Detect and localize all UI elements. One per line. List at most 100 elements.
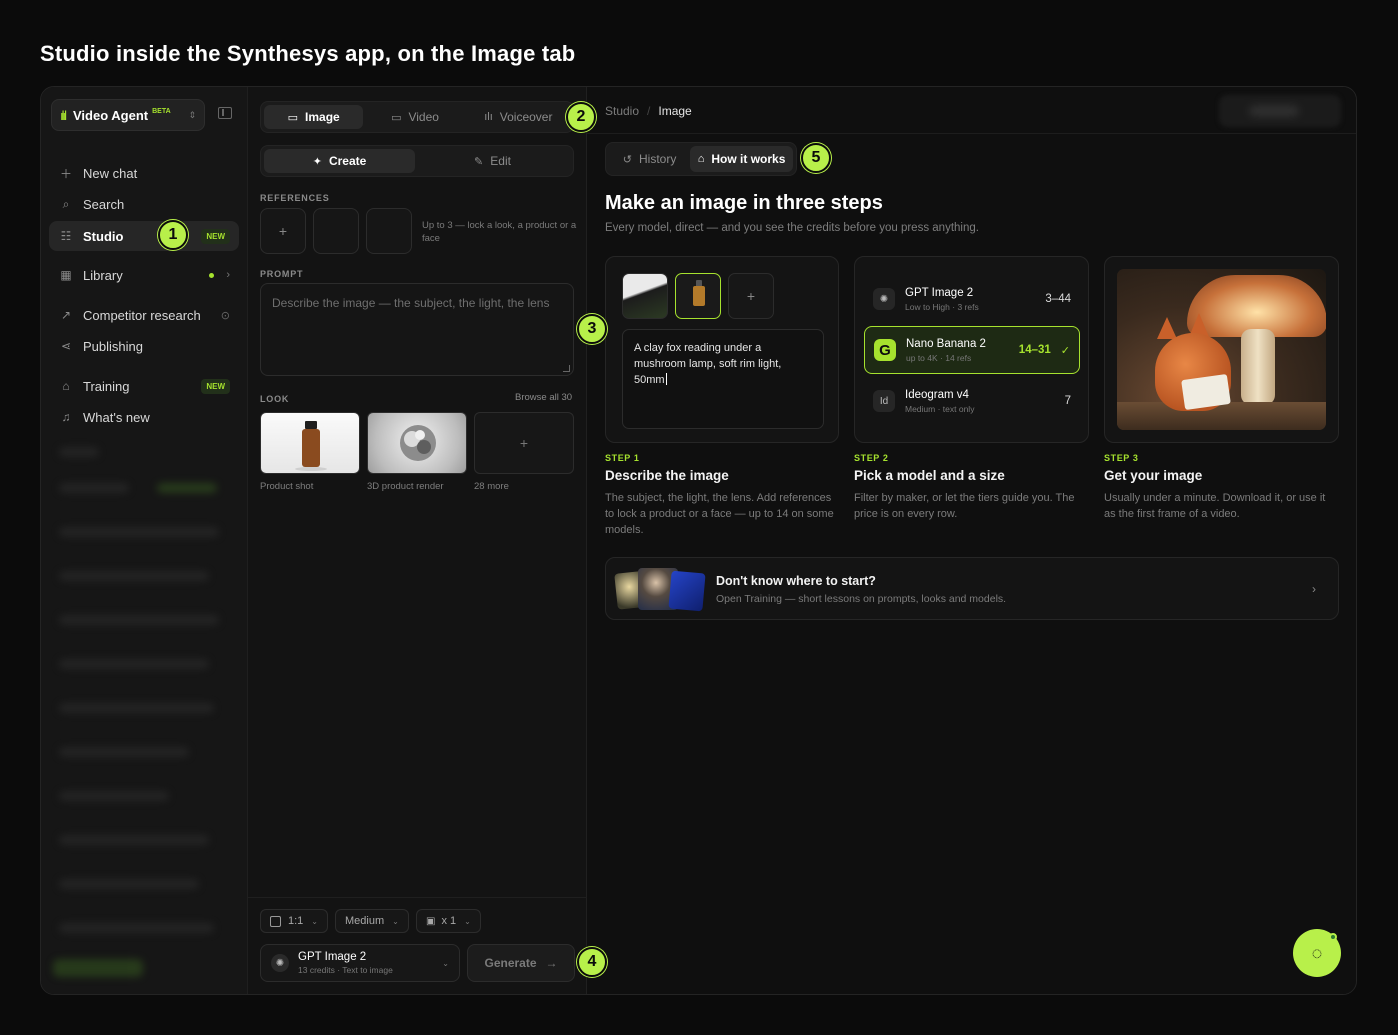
model-row-gpt-image-2[interactable]: ✺ GPT Image 2 Low to High · 3 refs 3–44 [864,275,1080,323]
ideogram-icon: Id [873,390,895,412]
look-label: LOOK [260,394,290,404]
chat-button[interactable]: ◌ [1293,929,1341,977]
step3-desc: Usually under a minute. Download it, or … [1104,492,1326,520]
grid-icon: ▦ [60,268,72,282]
reference-slot[interactable] [313,208,359,254]
blurred-history-list [53,447,233,987]
tab-image[interactable]: ▭ Image [264,105,364,129]
callout-3: 3 [577,314,607,344]
sidebar-collapse-icon[interactable] [218,107,232,119]
bell-icon: ♫ [61,410,71,424]
add-reference-button[interactable]: + [260,208,306,254]
sidebar-item-label: Competitor research [83,307,201,323]
prompt-label: PROMPT [260,269,304,279]
google-icon: G [874,339,896,361]
text-cursor [665,373,667,385]
breadcrumb: Studio / Image [605,104,692,118]
main-tabs: ↺ History ⌂ How it works [605,142,797,176]
model-select[interactable]: ✺ GPT Image 2 13 credits · Text to image… [260,944,460,982]
resize-handle[interactable] [563,365,570,372]
step2-title: Pick a model and a size [854,468,1005,483]
prompt-input[interactable]: Describe the image — the subject, the li… [260,283,574,376]
result-image[interactable] [1117,269,1326,430]
generate-button[interactable]: Generate → [467,944,575,982]
image-icon: ▣ [426,915,436,927]
callout-4: 4 [577,947,607,977]
chevron-down-icon: ⌄ [311,916,318,926]
sidebar-item-training[interactable]: ⌂ Training NEW [49,371,239,401]
reference-thumb-selected[interactable] [675,273,721,319]
sidebar-item-new-chat[interactable]: ＋ New chat [49,158,239,188]
mode-tabs: ▭ Image ▭ Video ılı Voiceover [260,101,574,133]
beta-badge: BETA [152,107,171,115]
sidebar-item-label: Training [83,378,130,394]
tab-how-it-works[interactable]: ⌂ How it works [690,146,793,172]
reference-slot[interactable] [366,208,412,254]
breadcrumb-studio[interactable]: Studio [605,104,639,118]
quality-select[interactable]: Medium ⌄ [335,909,409,933]
lock-icon: ⊙ [220,309,230,322]
example-prompt-text: A clay fox reading under a mushroom lamp… [634,342,782,386]
sidebar: ılıl Video Agent BETA ⇕ ＋ New chat ⌕ Sea… [41,87,248,994]
tab-video[interactable]: ▭ Video [363,105,466,129]
count-select[interactable]: ▣ x 1 ⌄ [416,909,481,933]
status-dot [209,272,215,278]
sidebar-item-whats-new[interactable]: ♫ What's new [49,402,239,432]
sidebar-item-label: Publishing [83,338,143,354]
tab-label: Voiceover [499,110,553,124]
sidebar-item-label: Library [83,267,123,283]
sidebar-item-label: Studio [83,228,124,244]
browse-all-link[interactable]: Browse all 30 [515,392,572,403]
new-badge: NEW [201,228,230,244]
model-row-ideogram-v4[interactable]: Id Ideogram v4 Medium · text only 7 [864,377,1080,425]
page-title: Studio inside the Synthesys app, on the … [40,41,576,66]
look-3d-render[interactable] [367,412,467,474]
aspect-value: 1:1 [288,915,304,927]
sidebar-item-library[interactable]: ▦ Library › [49,260,239,290]
sidebar-item-search[interactable]: ⌕ Search [49,189,239,219]
chevron-down-icon: ⌄ [392,916,399,926]
openai-icon: ✺ [271,954,289,972]
look-more[interactable]: + [474,412,574,474]
tab-label: History [639,152,677,166]
share-icon: ⋖ [60,339,72,353]
model-sub: Medium · text only [905,403,975,414]
model-price: 14–31 [1018,344,1051,356]
training-banner[interactable]: Don't know where to start? Open Training… [605,557,1339,620]
model-sub: Low to High · 3 refs [905,301,979,312]
waveform-icon: ılı [484,111,493,123]
look-product-shot[interactable] [260,412,360,474]
main-panel: Studio / Image ↺ History ⌂ How it works Ma… [587,87,1356,994]
aspect-select[interactable]: 1:1 ⌄ [260,909,328,933]
bottle-image [295,421,327,471]
sidebar-item-publishing[interactable]: ⋖ Publishing [49,331,239,361]
tab-label: Edit [490,154,511,168]
callout-5: 5 [801,143,831,173]
trend-icon: ↗ [60,308,72,322]
tab-history[interactable]: ↺ History [609,146,690,172]
step1-title: Describe the image [605,468,729,483]
plus-icon: ＋ [59,166,72,181]
sidebar-item-competitor-research[interactable]: ↗ Competitor research ⊙ [49,300,239,330]
agent-switcher[interactable]: ılıl Video Agent BETA ⇕ [51,99,205,131]
tab-voiceover[interactable]: ılı Voiceover [467,105,570,129]
add-reference-button[interactable]: + [728,273,774,319]
pencil-icon: ✎ [474,155,484,168]
step1-card: + A clay fox reading under a mushroom la… [605,256,839,443]
tab-label: Create [328,154,367,168]
tab-create[interactable]: ✦ Create [264,149,416,173]
model-name: GPT Image 2 [905,286,974,299]
reference-thumb[interactable] [622,273,668,319]
section-subheading: Every model, direct — and you see the cr… [605,222,979,234]
blurred-account-button[interactable] [1219,95,1341,127]
tab-edit[interactable]: ✎ Edit [415,149,570,173]
chevron-down-icon: ⌄ [442,958,449,968]
model-price: 3–44 [1045,293,1071,305]
openai-icon: ✺ [873,288,895,310]
notification-dot [1329,933,1337,941]
section-heading: Make an image in three steps [605,192,883,214]
model-row-nano-banana-2[interactable]: G Nano Banana 2 up to 4K · 14 refs 14–31 … [864,326,1080,374]
sidebar-item-studio[interactable]: ☷ Studio NEW [49,221,239,251]
model-sub: 13 credits · Text to image [298,965,393,975]
plus-icon: + [746,288,756,304]
